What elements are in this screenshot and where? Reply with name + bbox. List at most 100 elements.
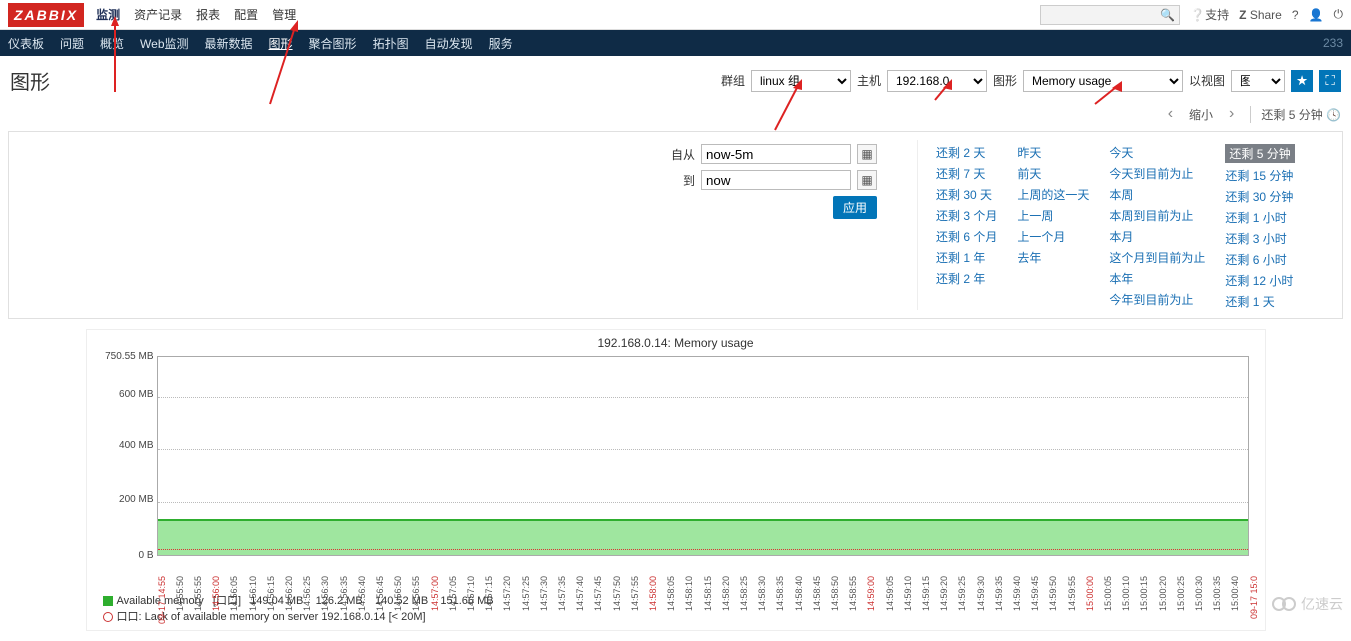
topbar-right: 🔍 ❔支持 Z Share ? 👤 ⏻ [1040,5,1343,25]
calendar-icon[interactable]: ▦ [857,170,877,190]
topmenu-2[interactable]: 报表 [196,6,220,23]
preset-link[interactable]: 本周 [1109,186,1205,203]
preset-link[interactable]: 还剩 3 个月 [936,207,997,224]
page-title: 图形 [10,66,50,95]
subnav-5[interactable]: 图形 [269,35,293,52]
preset-link[interactable]: 还剩 1 年 [936,249,997,266]
topmenu-4[interactable]: 管理 [272,6,296,23]
to-label: 到 [683,172,695,189]
topmenu-3[interactable]: 配置 [234,6,258,23]
preset-link[interactable]: 今年到目前为止 [1109,291,1205,308]
x-tick: 14:57:45 [593,576,603,611]
host-label: 主机 [857,72,881,89]
preset-link[interactable]: 还剩 1 小时 [1225,209,1294,226]
graph-select[interactable]: Memory usage [1023,70,1183,92]
x-tick: 14:56:20 [284,576,294,611]
y-label: 750.55 MB [94,351,154,362]
x-tick: 14:57:05 [448,576,458,611]
group-select[interactable]: linux 组 [751,70,851,92]
preset-link[interactable]: 还剩 15 分钟 [1225,167,1294,184]
range-display[interactable]: 还剩 5 分钟 🕓 [1250,106,1341,123]
from-input[interactable] [701,144,851,164]
subnav-3[interactable]: Web监测 [140,35,188,52]
host-select[interactable]: 192.168.0.14 [887,70,987,92]
calendar-icon[interactable]: ▦ [857,144,877,164]
x-tick: 14:56:55 [411,576,421,611]
time-nav: ‹ 缩小 › 还剩 5 分钟 🕓 [0,101,1351,127]
preset-link[interactable]: 还剩 3 小时 [1225,230,1294,247]
x-tick: 14:58:05 [666,576,676,611]
subnav-4[interactable]: 最新数据 [205,35,253,52]
support-link[interactable]: ❔支持 [1190,6,1229,23]
preset-link[interactable]: 还剩 5 分钟 [1225,144,1294,163]
preset-link[interactable]: 这个月到目前为止 [1109,249,1205,266]
preset-link[interactable]: 还剩 7 天 [936,165,997,182]
preset-link[interactable]: 还剩 30 天 [936,186,997,203]
preset-link[interactable]: 本年 [1109,270,1205,287]
preset-link[interactable]: 昨天 [1017,144,1089,161]
preset-link[interactable]: 本周到目前为止 [1109,207,1205,224]
time-presets: 还剩 2 天还剩 7 天还剩 30 天还剩 3 个月还剩 6 个月还剩 1 年还… [917,140,1334,310]
subnav-7[interactable]: 拓扑图 [373,35,409,52]
view-select[interactable]: 图形 [1231,70,1285,92]
x-tick: 14:58:50 [830,576,840,611]
x-tick: 14:59:25 [957,576,967,611]
x-tick: 14:57:55 [630,576,640,611]
preset-link[interactable]: 本月 [1109,228,1205,245]
x-tick: 15:00:10 [1121,576,1131,611]
x-tick: 14:58:30 [757,576,767,611]
subnav-6[interactable]: 聚合图形 [309,35,357,52]
x-tick: 09-17 14:55 [157,576,167,624]
user-icon[interactable]: 👤 [1309,8,1324,22]
preset-link[interactable]: 还剩 6 小时 [1225,251,1294,268]
x-tick: 14:58:40 [794,576,804,611]
subnav-2[interactable]: 概览 [100,35,124,52]
search-input[interactable]: 🔍 [1040,5,1180,25]
x-tick: 14:56:45 [375,576,385,611]
x-tick: 14:59:50 [1048,576,1058,611]
power-icon[interactable]: ⏻ [1334,7,1344,22]
preset-link[interactable]: 还剩 2 天 [936,144,997,161]
preset-link[interactable]: 还剩 6 个月 [936,228,997,245]
preset-link[interactable]: 还剩 2 年 [936,270,997,287]
preset-link[interactable]: 还剩 30 分钟 [1225,188,1294,205]
preset-link[interactable]: 去年 [1017,249,1089,266]
share-link[interactable]: Z Share [1239,8,1282,22]
x-tick: 14:57:30 [539,576,549,611]
favorite-button[interactable]: ★ [1291,70,1313,92]
view-label: 以视图 [1189,72,1225,89]
time-panel: 自从 ▦ 到 ▦ 应用 还剩 2 天还剩 7 天还剩 30 天还剩 3 个月还剩… [8,131,1343,319]
x-tick: 14:59:00 [866,576,876,611]
apply-button[interactable]: 应用 [833,196,877,219]
preset-link[interactable]: 今天 [1109,144,1205,161]
subnav-8[interactable]: 自动发现 [425,35,473,52]
subnav-1[interactable]: 问题 [60,35,84,52]
preset-link[interactable]: 还剩 12 小时 [1225,272,1294,289]
preset-link[interactable]: 上一个月 [1017,228,1089,245]
preset-link[interactable]: 上周的这一天 [1017,186,1089,203]
preset-link[interactable]: 今天到目前为止 [1109,165,1205,182]
prev-button[interactable]: ‹ [1168,105,1173,123]
preset-link[interactable]: 前天 [1017,165,1089,182]
x-tick: 14:59:15 [921,576,931,611]
x-tick: 14:59:05 [885,576,895,611]
x-tick: 14:56:25 [302,576,312,611]
preset-link[interactable]: 上一周 [1017,207,1089,224]
next-button[interactable]: › [1229,105,1234,123]
x-tick: 14:59:10 [903,576,913,611]
x-tick: 15:00:40 [1230,576,1240,611]
graph-label: 图形 [993,72,1017,89]
subnav-9[interactable]: 服务 [489,35,513,52]
zoom-out[interactable]: 缩小 [1189,106,1213,123]
help-icon[interactable]: ? [1292,8,1299,22]
fullscreen-button[interactable]: ⛶ [1319,70,1341,92]
topmenu-1[interactable]: 资产记录 [134,6,182,23]
logo[interactable]: ZABBIX [8,3,84,27]
x-tick: 14:58:15 [703,576,713,611]
topmenu-0[interactable]: 监测 [96,6,120,23]
subnav-0[interactable]: 仪表板 [8,35,44,52]
to-input[interactable] [701,170,851,190]
preset-link[interactable]: 还剩 1 天 [1225,293,1294,310]
x-tick: 14:56:30 [320,576,330,611]
x-tick: 09-17 15:0 [1249,576,1259,619]
